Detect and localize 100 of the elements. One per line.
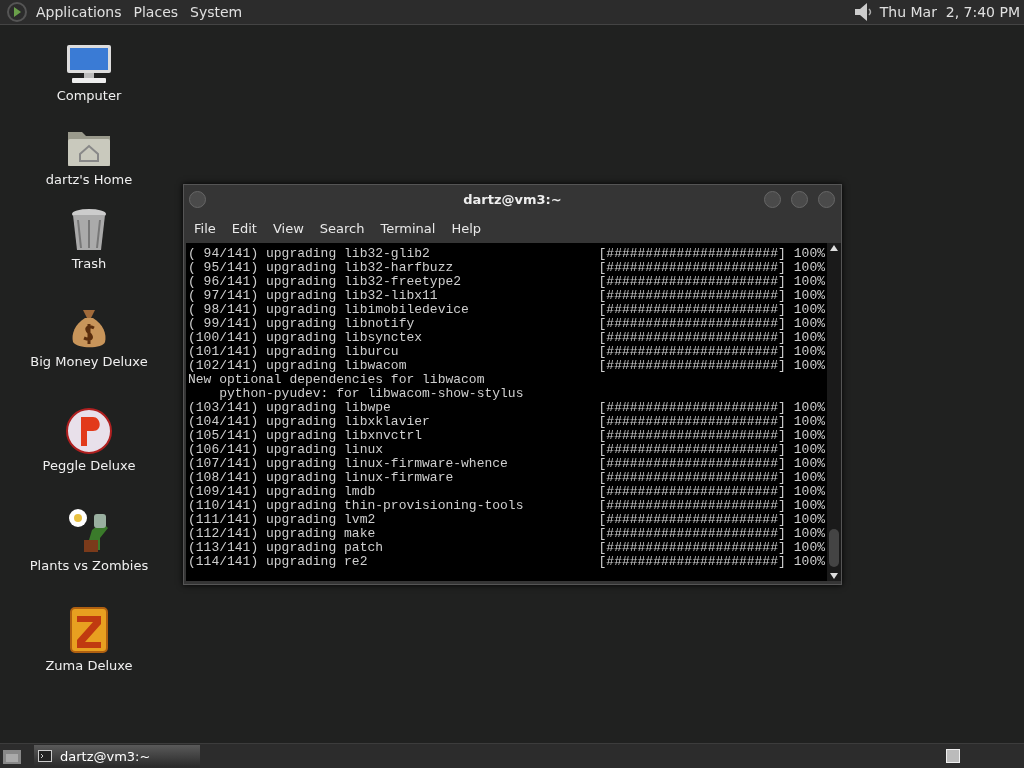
percent-text: 100%	[793, 317, 825, 331]
terminal-line: (111/141) upgrading lvm2	[188, 513, 377, 527]
percent-text: 100%	[793, 499, 825, 513]
panel-menu[interactable]: Places	[127, 4, 185, 20]
maximize-button[interactable]	[791, 191, 808, 208]
scrollbar-thumb[interactable]	[829, 529, 839, 567]
panel-menu[interactable]: Applications	[30, 4, 128, 20]
terminal-icon	[38, 750, 52, 762]
terminal-line: (112/141) upgrading make	[188, 527, 377, 541]
progress-bar-text: [######################]	[598, 303, 786, 317]
progress-bar-text: [######################]	[598, 359, 786, 373]
terminal-line: ( 99/141) upgrading libnotify	[188, 317, 416, 331]
trash-icon	[70, 208, 108, 252]
taskbar-button[interactable]: dartz@vm3:~	[34, 745, 200, 767]
percent-text: 100%	[793, 415, 825, 429]
progress-bar-text: [######################]	[598, 471, 786, 485]
terminal-line: (114/141) upgrading re2	[188, 555, 369, 569]
progress-bar-text: [######################]	[598, 485, 786, 499]
minimize-button[interactable]	[764, 191, 781, 208]
progress-bar-text: [######################]	[598, 401, 786, 415]
menu-item[interactable]: Search	[311, 220, 373, 236]
terminal-line: ( 94/141) upgrading lib32-glib2	[188, 247, 431, 261]
window-menu-button[interactable]	[189, 191, 206, 208]
desktop-icon-label[interactable]: dartz's Home	[45, 172, 133, 187]
ball-icon	[66, 408, 112, 454]
percent-text: 100%	[793, 247, 825, 261]
workspace-switcher[interactable]	[946, 749, 960, 763]
close-button[interactable]	[818, 191, 835, 208]
progress-bar-text: [######################]	[598, 247, 786, 261]
percent-text: 100%	[793, 527, 825, 541]
percent-text: 100%	[793, 331, 825, 345]
percent-text: 100%	[793, 541, 825, 555]
progress-bar-text: [######################]	[598, 513, 786, 527]
terminal-line: (108/141) upgrading linux-firmware	[188, 471, 455, 485]
progress-bar-text: [######################]	[598, 499, 786, 513]
progress-bar-text: [######################]	[598, 331, 786, 345]
desktop-icon-label[interactable]: Trash	[71, 256, 107, 271]
desktop-icon-label[interactable]: Computer	[56, 88, 122, 103]
computer-icon	[64, 44, 114, 84]
desktop-icon-label[interactable]: Plants vs Zombies	[29, 558, 149, 573]
menu-item[interactable]: Help	[443, 220, 490, 236]
terminal-line: (100/141) upgrading libsynctex	[188, 331, 424, 345]
money-bag-icon	[71, 308, 107, 350]
terminal-line: (104/141) upgrading libxklavier	[188, 415, 431, 429]
percent-text: 100%	[793, 359, 825, 373]
terminal-line: (103/141) upgrading libwpe	[188, 401, 392, 415]
percent-text: 100%	[793, 513, 825, 527]
terminal-line: (107/141) upgrading linux-firmware-whence	[188, 457, 509, 471]
progress-bar-text: [######################]	[598, 555, 786, 569]
progress-bar-text: [######################]	[598, 443, 786, 457]
terminal-line: (101/141) upgrading liburcu	[188, 345, 400, 359]
progress-bar-text: [######################]	[598, 275, 786, 289]
progress-bar-text: [######################]	[598, 289, 786, 303]
percent-text: 100%	[793, 485, 825, 499]
percent-text: 100%	[793, 457, 825, 471]
progress-bar-text: [######################]	[598, 415, 786, 429]
show-desktop-icon[interactable]	[2, 747, 22, 765]
terminal-line: (106/141) upgrading linux	[188, 443, 385, 457]
percent-text: 100%	[793, 429, 825, 443]
terminal-line: (109/141) upgrading lmdb	[188, 485, 377, 499]
progress-bar-text: [######################]	[598, 261, 786, 275]
menu-item[interactable]: View	[264, 220, 312, 236]
terminal-line: (110/141) upgrading thin-provisioning-tools	[188, 499, 525, 513]
desktop-icon-label[interactable]: Zuma Deluxe	[45, 658, 133, 673]
menu-item[interactable]: Terminal	[372, 220, 444, 236]
progress-bar-text: [######################]	[598, 317, 786, 331]
percent-text: 100%	[793, 345, 825, 359]
terminal-line: (105/141) upgrading libxnvctrl	[188, 429, 424, 443]
desktop-icon-label[interactable]: Peggle Deluxe	[42, 458, 136, 473]
terminal-line: python-pyudev: for libwacom-show-stylus	[218, 387, 524, 401]
percent-text: 100%	[793, 261, 825, 275]
percent-text: 100%	[793, 555, 825, 569]
progress-bar-text: [######################]	[598, 457, 786, 471]
terminal-line: (102/141) upgrading libwacom	[188, 359, 408, 373]
progress-bar-text: [######################]	[598, 527, 786, 541]
clock[interactable]: Thu Mar 2, 7:40 PM	[873, 4, 1024, 20]
progress-bar-text: [######################]	[598, 345, 786, 359]
zuma-block-icon	[69, 606, 109, 654]
percent-text: 100%	[793, 443, 825, 457]
menu-item[interactable]: File	[186, 220, 224, 236]
scroll-up-icon[interactable]	[830, 245, 838, 251]
percent-text: 100%	[793, 471, 825, 485]
percent-text: 100%	[793, 401, 825, 415]
terminal-line: ( 97/141) upgrading lib32-libx11	[188, 289, 439, 303]
panel-menu[interactable]: System	[184, 4, 249, 20]
scroll-down-icon[interactable]	[830, 573, 838, 579]
terminal-line: ( 95/141) upgrading lib32-harfbuzz	[188, 261, 455, 275]
menu-item[interactable]: Edit	[223, 220, 265, 236]
terminal-line: New optional dependencies for libwacom	[188, 373, 485, 387]
logo-icon[interactable]	[6, 1, 28, 23]
scrollbar[interactable]	[827, 243, 841, 581]
progress-bar-text: [######################]	[598, 541, 786, 555]
terminal-line: ( 96/141) upgrading lib32-freetype2	[188, 275, 463, 289]
terminal-line: ( 98/141) upgrading libimobiledevice	[188, 303, 470, 317]
progress-bar-text: [######################]	[598, 429, 786, 443]
terminal-line: (113/141) upgrading patch	[188, 541, 385, 555]
percent-text: 100%	[793, 275, 825, 289]
window-title: dartz@vm3:~	[463, 191, 562, 207]
desktop-icon-label[interactable]: Big Money Deluxe	[30, 354, 148, 369]
percent-text: 100%	[793, 303, 825, 317]
